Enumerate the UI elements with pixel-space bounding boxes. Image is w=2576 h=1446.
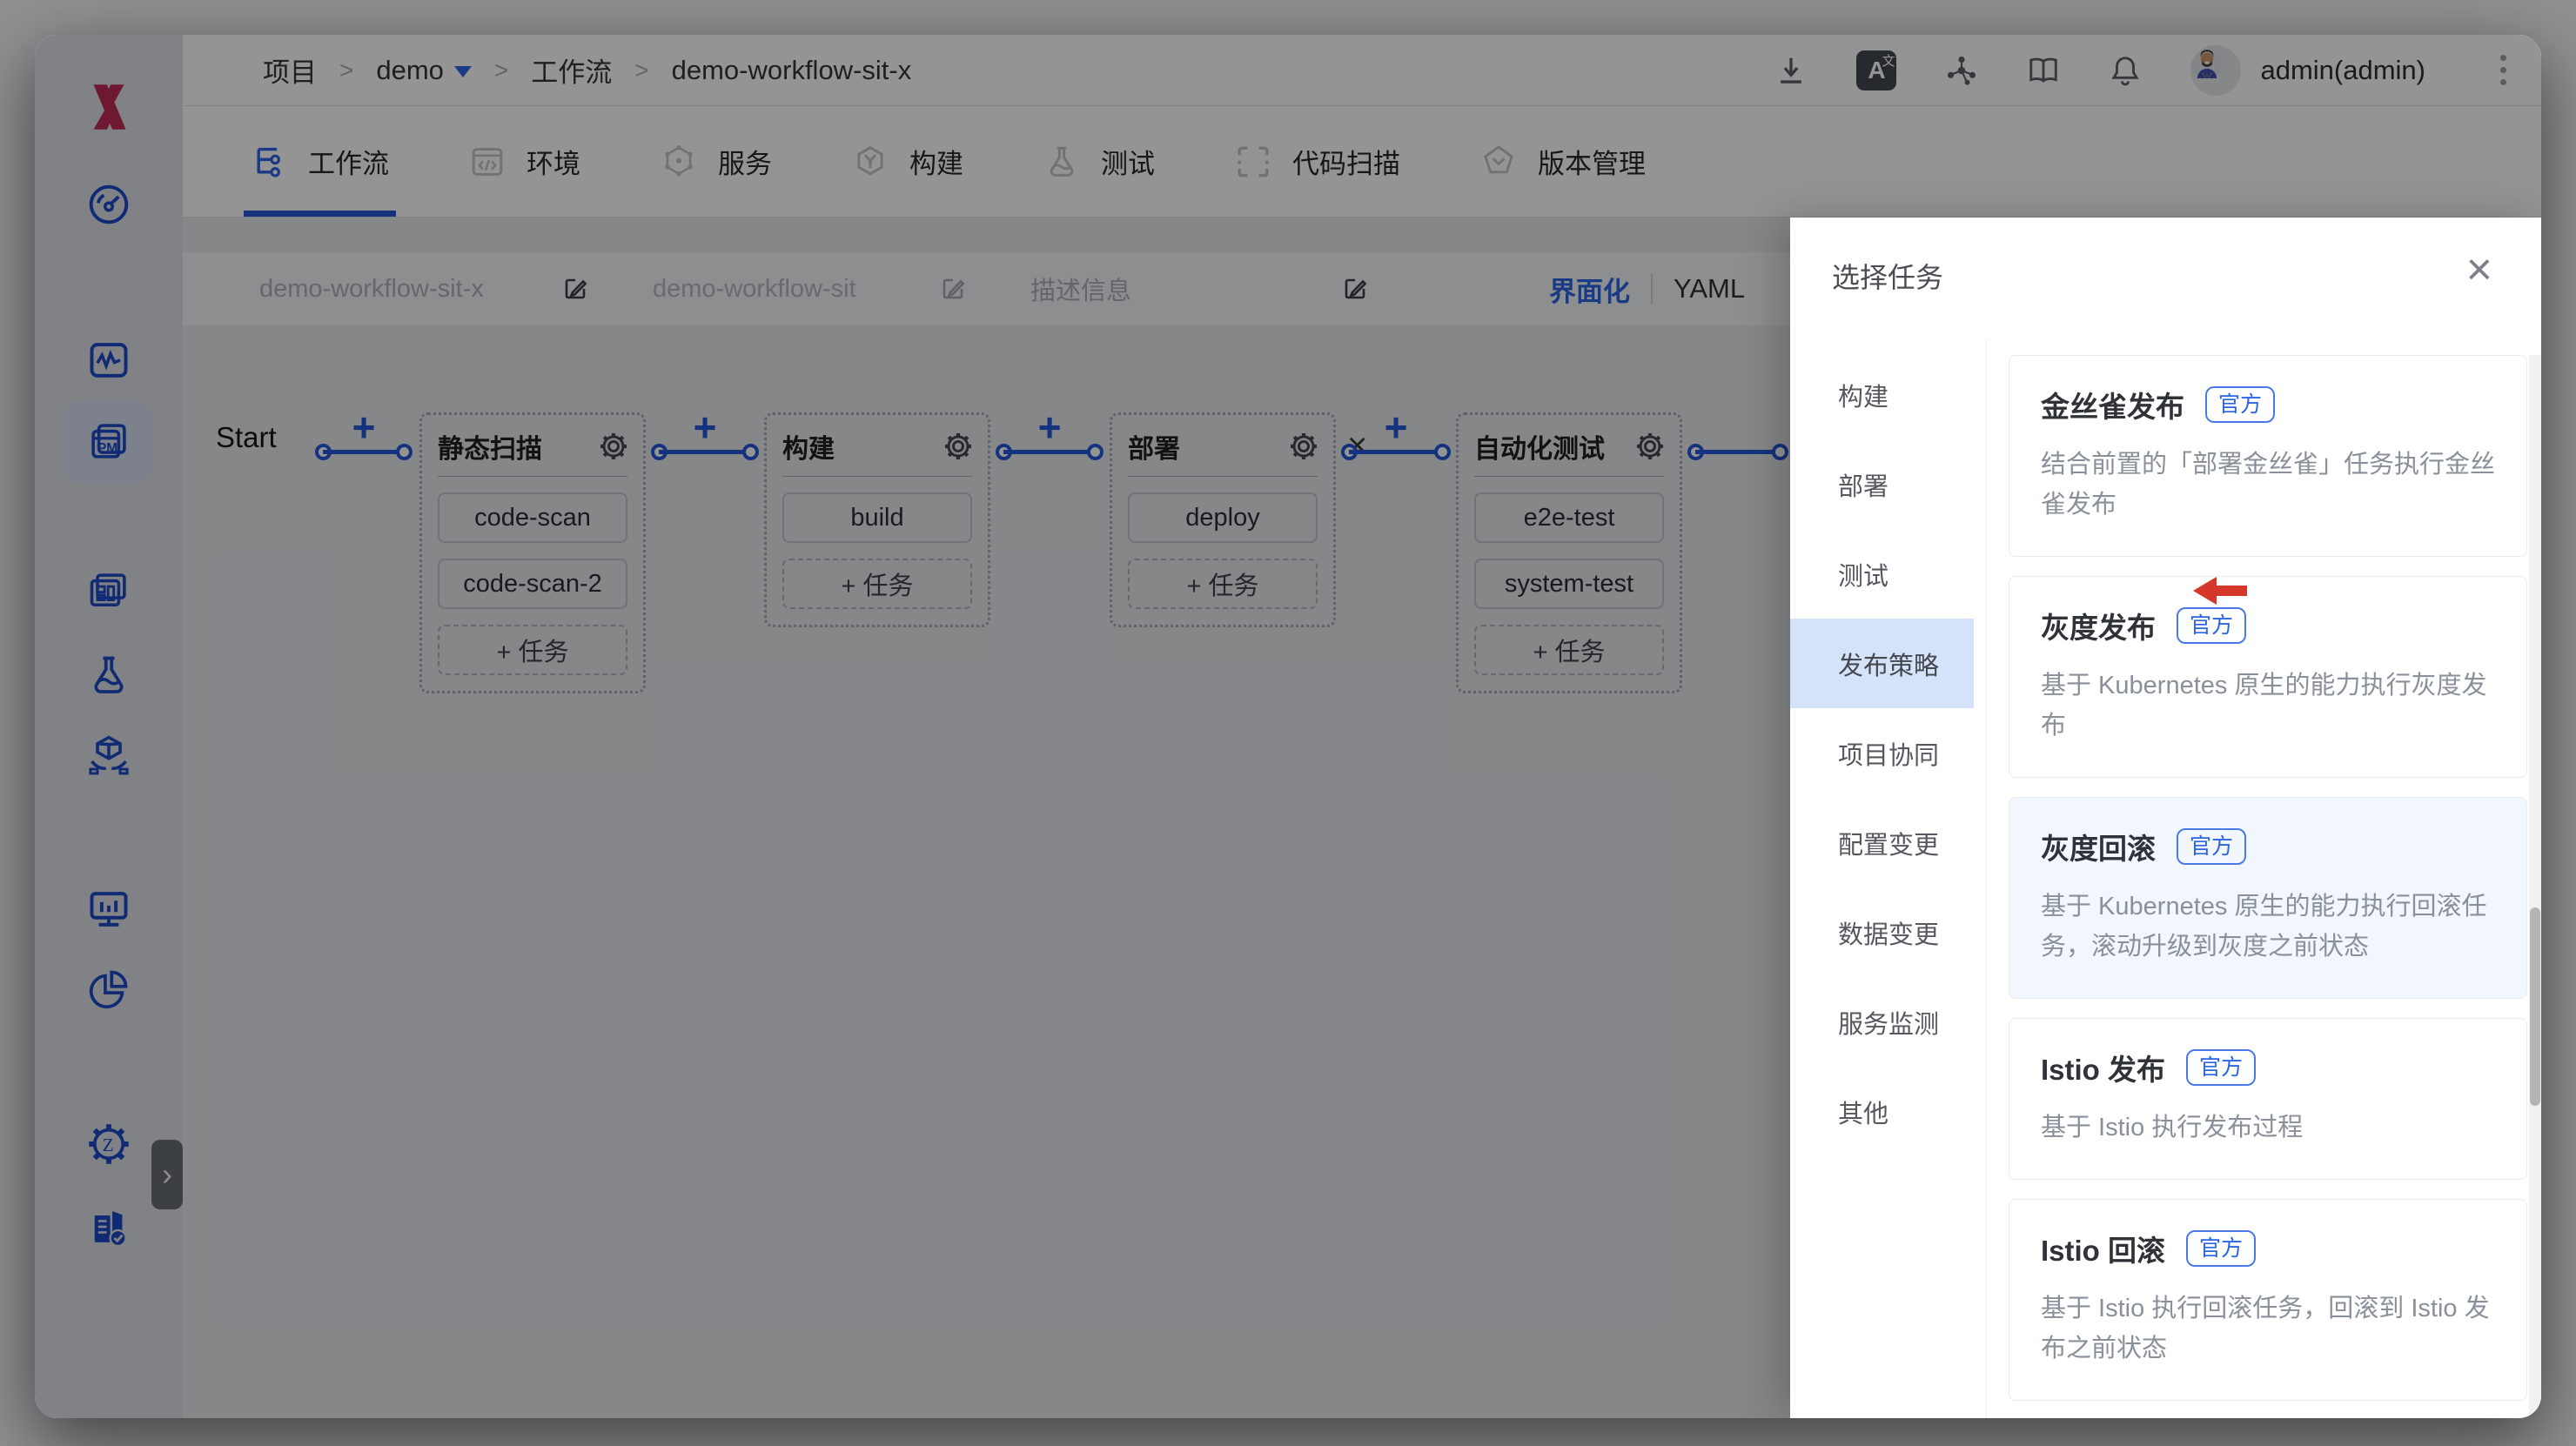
- official-badge: 官方: [2177, 828, 2247, 865]
- select-task-drawer: 选择任务 构建 部署 测试 发布策略 项目协同 配置变更 数据变更 服务监测 其…: [1790, 218, 2541, 1418]
- task-option-desc: 结合前置的「部署金丝雀」任务执行金丝雀发布: [2041, 451, 2496, 519]
- task-option-title: 金丝雀发布: [2041, 391, 2184, 423]
- task-card-list: 金丝雀发布 官方 结合前置的「部署金丝雀」任务执行金丝雀发布 灰度发布 官方 基…: [2009, 355, 2527, 1418]
- task-option-title: Istio 发布: [2041, 1054, 2166, 1086]
- annotation-arrow: [2193, 577, 2247, 605]
- category-service-monitor[interactable]: 服务监测: [1790, 977, 1974, 1067]
- category-data-change[interactable]: 数据变更: [1790, 887, 1974, 977]
- category-test[interactable]: 测试: [1790, 529, 1974, 619]
- drawer-title: 选择任务: [1832, 262, 1944, 293]
- task-category-nav: 构建 部署 测试 发布策略 项目协同 配置变更 数据变更 服务监测 其他: [1790, 339, 1987, 1418]
- scrollbar-thumb[interactable]: [2530, 907, 2540, 1106]
- task-option-canary-release[interactable]: 金丝雀发布 官方 结合前置的「部署金丝雀」任务执行金丝雀发布: [2009, 355, 2527, 557]
- task-option-istio-release[interactable]: Istio 发布 官方 基于 Istio 执行发布过程: [2009, 1018, 2527, 1180]
- app-window: › 项目 > demo > 工作流 > demo-workflow-sit-x: [35, 35, 2541, 1418]
- category-release-strategy[interactable]: 发布策略: [1790, 619, 1974, 708]
- task-option-desc: 基于 Kubernetes 原生的能力执行灰度发布: [2041, 672, 2487, 740]
- task-option-gray-rollback[interactable]: 灰度回滚 官方 基于 Kubernetes 原生的能力执行回滚任务，滚动升级到灰…: [2009, 797, 2527, 999]
- task-option-title: 灰度发布: [2041, 612, 2156, 644]
- official-badge: 官方: [2177, 607, 2247, 644]
- official-badge: 官方: [2186, 1049, 2257, 1086]
- drawer-scrollbar[interactable]: [2529, 355, 2541, 1418]
- close-icon[interactable]: [2466, 247, 2492, 292]
- task-option-desc: 基于 Istio 执行发布过程: [2041, 1114, 2304, 1141]
- task-option-desc: 基于 Istio 执行回滚任务，回滚到 Istio 发布之前状态: [2041, 1295, 2490, 1362]
- task-option-desc: 基于 Kubernetes 原生的能力执行回滚任务，滚动升级到灰度之前状态: [2041, 893, 2487, 961]
- category-config-change[interactable]: 配置变更: [1790, 798, 1974, 887]
- task-option-title: Istio 回滚: [2041, 1235, 2166, 1267]
- official-badge: 官方: [2186, 1230, 2257, 1267]
- category-deploy[interactable]: 部署: [1790, 439, 1974, 529]
- category-other[interactable]: 其他: [1790, 1067, 1974, 1156]
- category-build[interactable]: 构建: [1790, 350, 1974, 439]
- task-option-title: 灰度回滚: [2041, 833, 2156, 865]
- category-project-collab[interactable]: 项目协同: [1790, 708, 1974, 798]
- task-option-gray-release[interactable]: 灰度发布 官方 基于 Kubernetes 原生的能力执行灰度发布: [2009, 576, 2527, 778]
- task-option-istio-rollback[interactable]: Istio 回滚 官方 基于 Istio 执行回滚任务，回滚到 Istio 发布…: [2009, 1199, 2527, 1401]
- official-badge: 官方: [2205, 386, 2276, 423]
